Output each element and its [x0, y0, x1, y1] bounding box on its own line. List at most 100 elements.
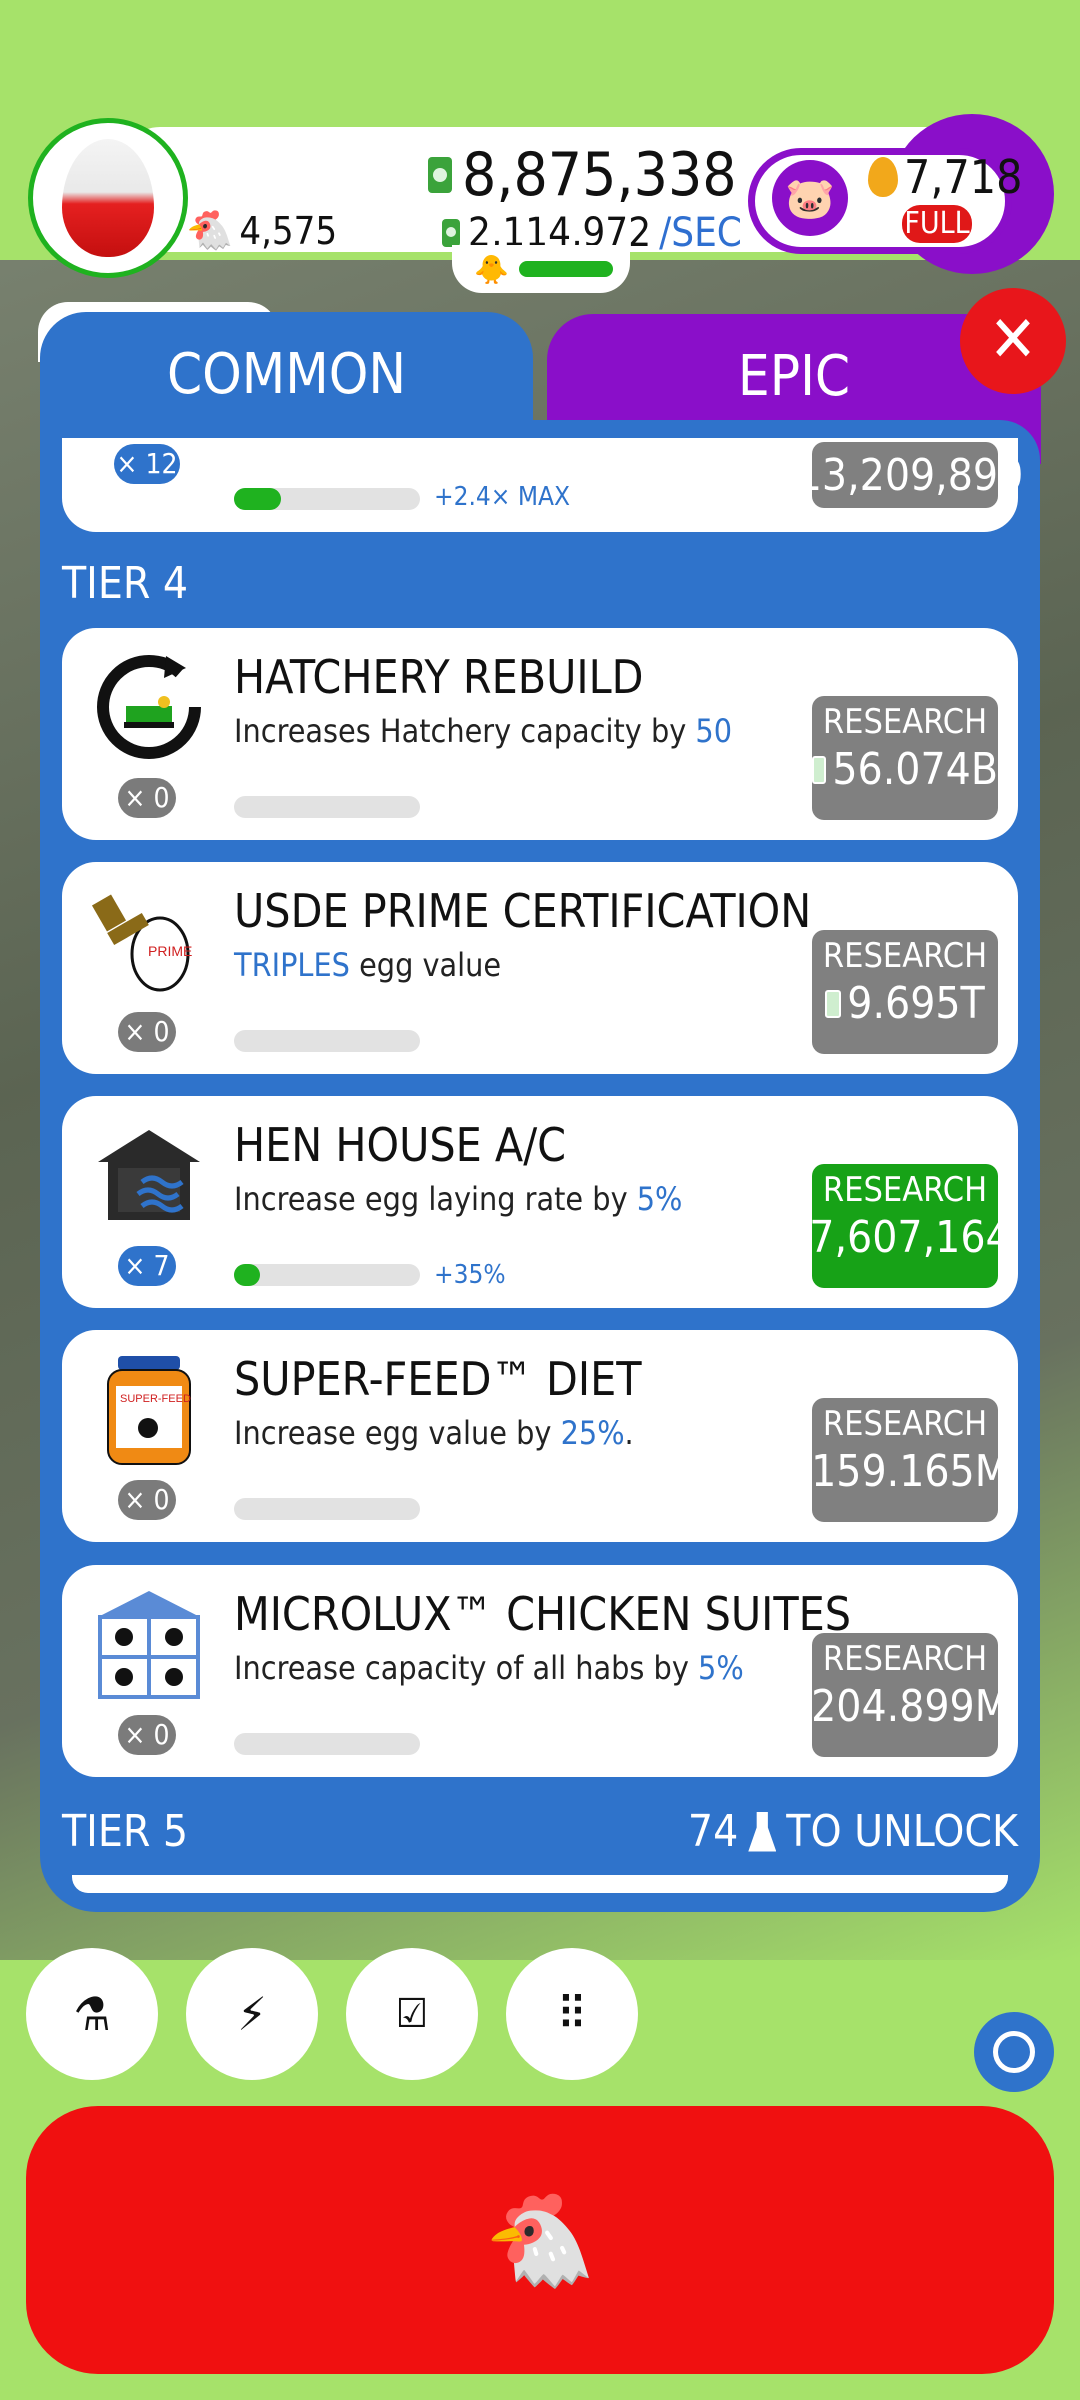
tier-5-card-edge	[72, 1875, 1008, 1893]
research-title: HEN HOUSE A/C	[234, 1118, 567, 1172]
cash-icon	[442, 219, 460, 247]
research-progress	[234, 796, 420, 818]
research-progress	[234, 488, 420, 510]
research-progress	[234, 1030, 420, 1052]
cash-icon	[801, 1692, 806, 1721]
flask-icon	[748, 1811, 777, 1852]
research-card: × 7 HEN HOUSE A/C Increase egg laying ra…	[62, 1096, 1018, 1308]
unlock-count: 74	[687, 1806, 739, 1857]
grid-icon: ⠿	[556, 1987, 588, 2041]
cash-icon	[801, 1457, 806, 1486]
research-description: Increase capacity of all habs by 5%	[234, 1649, 744, 1687]
rate-unit: /SEC	[659, 210, 742, 256]
chick-icon: 🐥	[474, 252, 509, 286]
research-description: TRIPLES egg value	[234, 946, 501, 984]
hatchery-bar	[518, 261, 613, 277]
research-card: SUPER-FEED × 0 SUPER-FEED™ DIET Increase…	[62, 1330, 1018, 1542]
desc-text: Increase egg laying rate by	[234, 1180, 637, 1218]
ring-icon	[993, 2031, 1035, 2073]
research-title: MICROLUX™ CHICKEN SUITES	[234, 1587, 852, 1641]
research-button[interactable]: RESEARCH 7,607,164	[799, 1164, 1011, 1288]
super-feed-jar-icon: SUPER-FEED	[90, 1350, 208, 1468]
desc-text-end: egg value	[349, 946, 502, 984]
research-count: × 7	[118, 1246, 176, 1286]
close-button[interactable]: ✕	[960, 288, 1066, 394]
flask-icon: ⚗	[73, 1987, 111, 2041]
research-description: Increase egg value by 25%.	[234, 1414, 634, 1452]
research-button-label: RESEARCH	[822, 1170, 988, 1210]
piggy-full-badge: FULL	[902, 205, 972, 243]
sync-button[interactable]	[974, 2012, 1054, 2092]
research-button-label: RESEARCH	[822, 1639, 988, 1679]
tier-4-label: TIER 4	[62, 558, 189, 609]
research-description: Increase egg laying rate by 5%	[234, 1180, 682, 1218]
research-button[interactable]: 13,209,890	[786, 442, 1023, 508]
research-button[interactable]: RESEARCH 159.165M	[801, 1398, 1009, 1522]
research-nav-button[interactable]: ⚗	[26, 1948, 158, 2080]
desc-text: Increases Hatchery capacity by	[234, 712, 696, 750]
usde-prime-stamp-icon: PRIME	[90, 882, 208, 1000]
egg-type-button[interactable]	[28, 118, 188, 278]
desc-highlight: 25%	[560, 1414, 625, 1452]
hatch-chicken-button[interactable]: 🐔	[26, 2106, 1054, 2374]
lightning-icon: ⚡	[237, 1987, 267, 2041]
desc-text: Increase egg value by	[234, 1414, 561, 1452]
research-count: × 0	[118, 1012, 176, 1052]
hatchery-capacity: 🐥	[452, 245, 630, 293]
progress-fill	[234, 488, 281, 510]
research-card: × 0 MICROLUX™ CHICKEN SUITES Increase ca…	[62, 1565, 1018, 1777]
egg-icon	[62, 139, 154, 257]
research-button[interactable]: RESEARCH 56.074B	[812, 696, 998, 820]
research-price: 56.074B	[832, 744, 998, 795]
cash-icon	[786, 461, 791, 490]
research-description: Increases Hatchery capacity by 50	[234, 712, 732, 750]
desc-highlight: TRIPLES	[234, 946, 350, 984]
research-bonus: +35%	[434, 1260, 506, 1290]
menu-nav-button[interactable]: ⠿	[506, 1948, 638, 2080]
chicken-suites-icon	[90, 1585, 208, 1703]
svg-text:PRIME: PRIME	[148, 943, 192, 959]
cash-icon	[428, 157, 452, 193]
research-card: PRIME × 0 USDE PRIME CERTIFICATION TRIPL…	[62, 862, 1018, 1074]
research-button-label: RESEARCH	[822, 1404, 988, 1444]
research-bonus: +2.4× MAX	[434, 482, 571, 512]
research-price: 204.899M	[811, 1681, 1009, 1732]
hatchery-rebuild-icon	[90, 648, 208, 766]
hen-house-ac-icon	[90, 1116, 208, 1234]
chicken-count-value: 4,575	[239, 208, 338, 253]
research-count: × 12	[114, 444, 180, 484]
research-price: 13,209,890	[796, 450, 1024, 501]
desc-highlight: 50	[695, 712, 733, 750]
desc-highlight: 5%	[636, 1180, 683, 1218]
research-button[interactable]: RESEARCH 9.695T	[812, 930, 998, 1054]
desc-text: Increase capacity of all habs by	[234, 1649, 698, 1687]
chicken-count: 🐔 4,575	[186, 208, 337, 253]
research-count: × 0	[118, 778, 176, 818]
tier-5-unlock: 74 TO UNLOCK	[688, 1806, 1018, 1857]
piggy-bank-icon[interactable]: 🐷	[772, 160, 848, 236]
checklist-icon: ☑	[395, 1991, 429, 2037]
money-display: 8,875,338	[428, 140, 737, 210]
research-title: HATCHERY REBUILD	[234, 650, 644, 704]
chicken-icon: 🐔	[186, 208, 234, 252]
desc-text-end: .	[624, 1414, 634, 1452]
chicken-icon: 🐔	[483, 2187, 597, 2293]
missions-nav-button[interactable]: ☑	[346, 1948, 478, 2080]
research-price: 7,607,164	[809, 1212, 1011, 1263]
desc-highlight: 5%	[698, 1649, 744, 1687]
research-title: USDE PRIME CERTIFICATION	[234, 884, 812, 938]
research-price: 159.165M	[811, 1446, 1009, 1497]
research-button[interactable]: RESEARCH 204.899M	[801, 1633, 1009, 1757]
svg-text:SUPER-FEED: SUPER-FEED	[120, 1393, 191, 1405]
boosts-nav-button[interactable]: ⚡	[186, 1948, 318, 2080]
research-button-label: RESEARCH	[822, 936, 988, 976]
research-progress	[234, 1733, 420, 1755]
research-title: SUPER-FEED™ DIET	[234, 1352, 642, 1406]
unlock-text: TO UNLOCK	[786, 1806, 1018, 1857]
golden-egg-icon	[868, 157, 898, 197]
golden-egg-value: 7,718	[904, 150, 1023, 204]
tier-5-label: TIER 5	[62, 1806, 189, 1857]
money-value: 8,875,338	[462, 140, 737, 210]
research-count: × 0	[118, 1715, 176, 1755]
cash-icon	[799, 1223, 804, 1252]
